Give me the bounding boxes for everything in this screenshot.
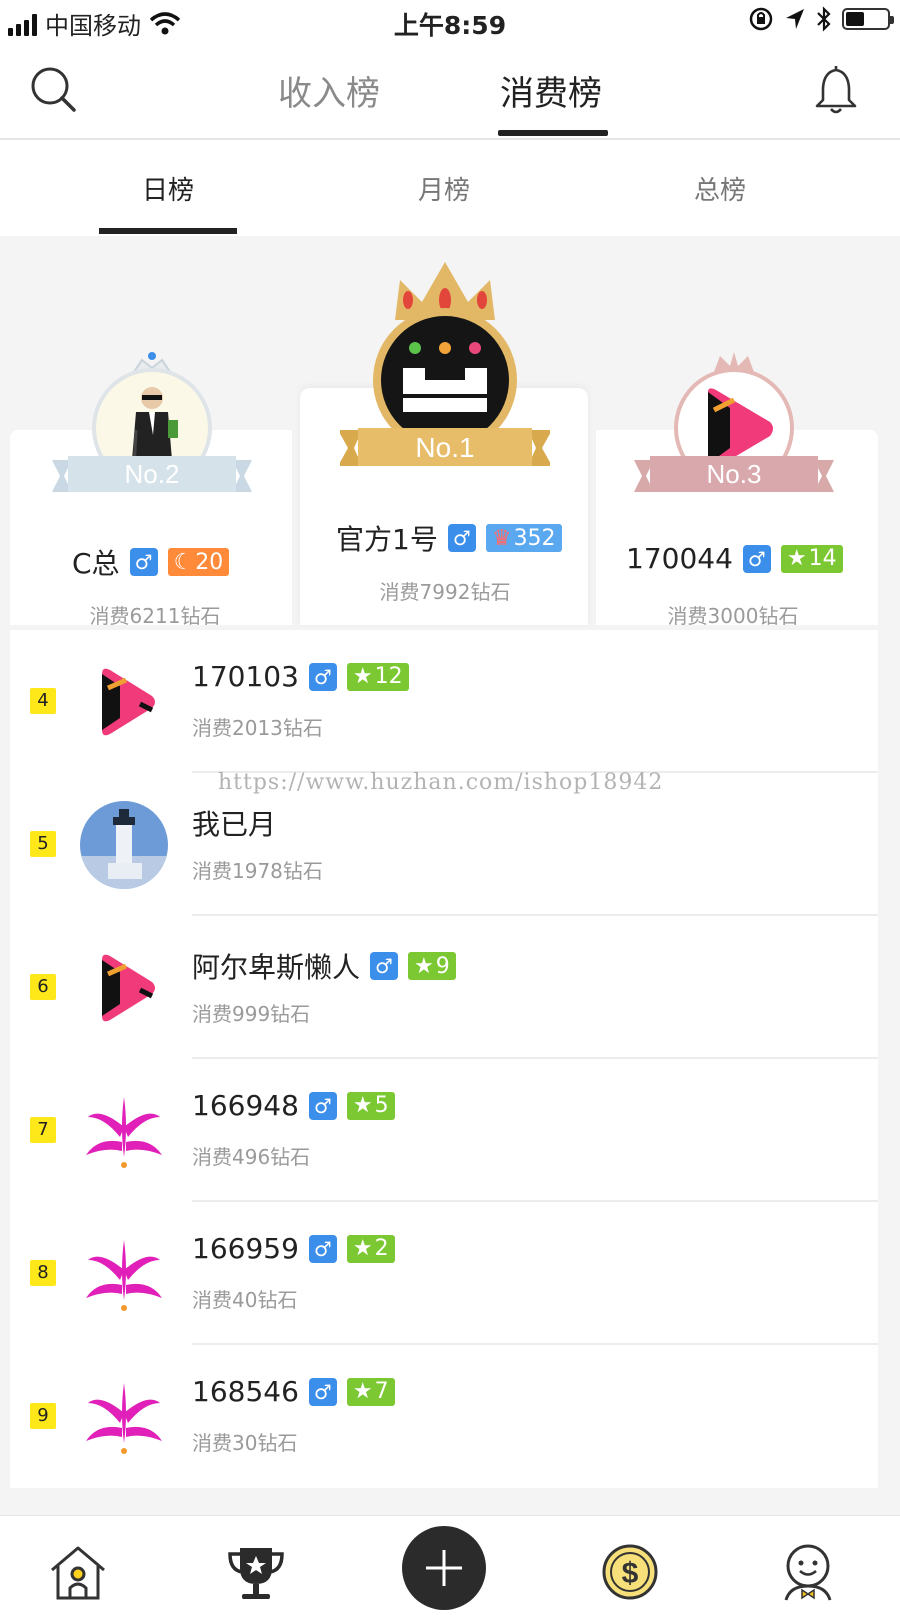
spend-text: 消费999钻石 xyxy=(192,1002,311,1026)
home-icon[interactable] xyxy=(46,1540,110,1604)
first-place-spend: 消费7992钻石 xyxy=(379,580,511,604)
svg-text:$: $ xyxy=(622,1557,639,1590)
trophy-icon[interactable] xyxy=(224,1540,288,1604)
third-place-name: 170044 xyxy=(626,542,733,575)
ranking-list: 4 170103 ♂ ★ 12 消费2013钻石 5 我已月 消费1978钻石 … xyxy=(10,630,878,1488)
bell-icon[interactable] xyxy=(808,62,864,118)
search-icon[interactable] xyxy=(26,62,82,118)
rotation-lock-icon xyxy=(749,7,773,31)
tab-daily[interactable]: 日榜 xyxy=(98,170,238,207)
dancer-logo-avatar xyxy=(86,1240,162,1311)
level-badge: ♛ 352 xyxy=(485,524,562,552)
rank-badge: 7 xyxy=(30,1117,56,1143)
status-bar: 中国移动 上午8:59 xyxy=(0,0,900,44)
male-icon: ♂ xyxy=(308,1377,337,1406)
level-badge: ★ 9 xyxy=(408,952,456,980)
third-rank-label: No.3 xyxy=(707,459,762,489)
user-name: 170103 xyxy=(192,660,299,693)
moon-icon: ☾ xyxy=(173,549,194,575)
lighthouse-avatar xyxy=(80,801,168,889)
first-rank-label: No.1 xyxy=(415,432,474,463)
male-icon: ♂ xyxy=(308,1234,337,1263)
third-place-spend: 消费3000钻石 xyxy=(667,604,799,628)
second-place-name: C总 xyxy=(72,547,120,580)
dancer-logo-avatar xyxy=(86,1097,162,1168)
level-badge: ★ 14 xyxy=(780,544,843,573)
level-badge: ★ 12 xyxy=(346,662,409,691)
tab-income-ranking[interactable]: 收入榜 xyxy=(278,66,380,115)
star-icon: ★ xyxy=(352,1093,373,1118)
battery-icon xyxy=(842,8,894,30)
male-icon: ♂ xyxy=(129,548,158,576)
period-tabs: 日榜 月榜 总榜 xyxy=(0,140,900,236)
male-icon: ♂ xyxy=(742,544,771,573)
third-place-avatar: No.3 xyxy=(634,352,834,492)
list-item[interactable]: 9 168546 ♂ ★ 7 消费30钻石 xyxy=(10,1345,878,1488)
star-icon: ★ xyxy=(786,546,807,571)
list-item[interactable]: 4 170103 ♂ ★ 12 消费2013钻石 xyxy=(10,630,878,773)
play-logo-avatar xyxy=(102,668,155,736)
rank-badge: 6 xyxy=(30,974,56,1000)
tab-monthly[interactable]: 月榜 xyxy=(374,170,514,207)
list-item[interactable]: 7 166948 ♂ ★ 5 消费496钻石 xyxy=(10,1059,878,1202)
play-logo-avatar xyxy=(102,954,155,1022)
first-place-name-row: 官方1号 ♂ ♛ 352 xyxy=(336,518,562,558)
second-rank-label: No.2 xyxy=(125,459,180,489)
tab-total[interactable]: 总榜 xyxy=(650,170,790,207)
bluetooth-icon xyxy=(817,6,831,32)
period-tab-indicator xyxy=(99,228,237,234)
rank-badge: 9 xyxy=(30,1403,56,1429)
male-icon: ♂ xyxy=(308,1091,337,1120)
plus-icon xyxy=(426,1550,462,1586)
spend-text: 消费1978钻石 xyxy=(192,859,323,883)
third-place-name-row: 170044 ♂ ★ 14 xyxy=(626,542,843,575)
male-icon: ♂ xyxy=(370,952,399,980)
list-item[interactable]: 8 166959 ♂ ★ 2 消费40钻石 xyxy=(10,1202,878,1345)
rank-badge: 8 xyxy=(30,1260,56,1286)
second-place-name-row: C总 ♂ ☾ 20 xyxy=(72,542,230,582)
level-badge: ★ 5 xyxy=(346,1091,395,1120)
user-name: 166948 xyxy=(192,1089,299,1122)
crown-icon: ♛ xyxy=(491,525,512,551)
second-place-avatar: No.2 xyxy=(52,352,252,492)
star-icon: ★ xyxy=(414,953,434,979)
male-icon: ♂ xyxy=(308,662,337,691)
star-icon: ★ xyxy=(352,664,373,689)
second-place-spend: 消费6211钻石 xyxy=(89,604,221,628)
level-badge: ☾ 20 xyxy=(167,548,230,576)
user-name: 我已月 xyxy=(192,808,277,841)
coin-icon[interactable]: $ xyxy=(598,1540,662,1604)
bottom-tab-bar: $ xyxy=(0,1515,900,1617)
watermark: https://www.huzhan.com/ishop18942 xyxy=(218,770,664,795)
spend-text: 消费40钻石 xyxy=(192,1288,298,1312)
profile-icon[interactable] xyxy=(776,1540,840,1604)
first-place-avatar: No.1 xyxy=(340,262,550,466)
location-arrow-icon xyxy=(786,9,804,29)
spend-text: 消费496钻石 xyxy=(192,1145,311,1169)
user-name: 阿尔卑斯懒人 xyxy=(192,951,361,984)
male-icon: ♂ xyxy=(447,524,476,552)
level-badge: ★ 2 xyxy=(346,1234,395,1263)
first-place-name: 官方1号 xyxy=(336,523,438,556)
rank-badge: 4 xyxy=(30,688,56,714)
active-tab-indicator xyxy=(498,130,608,136)
list-item[interactable]: 6 阿尔卑斯懒人 ♂ ★ 9 消费999钻石 xyxy=(10,916,878,1059)
star-icon: ★ xyxy=(352,1379,373,1404)
level-badge: ★ 7 xyxy=(346,1377,395,1406)
dancer-logo-avatar xyxy=(86,1383,162,1454)
user-name: 166959 xyxy=(192,1232,299,1265)
tab-spending-ranking[interactable]: 消费榜 xyxy=(500,66,602,115)
rank-badge: 5 xyxy=(30,831,56,857)
spend-text: 消费30钻石 xyxy=(192,1431,298,1455)
top-nav: 收入榜 消费榜 xyxy=(0,44,900,140)
star-icon: ★ xyxy=(352,1236,373,1261)
create-button[interactable] xyxy=(402,1526,486,1610)
spend-text: 消费2013钻石 xyxy=(192,716,323,740)
user-name: 168546 xyxy=(192,1375,299,1408)
